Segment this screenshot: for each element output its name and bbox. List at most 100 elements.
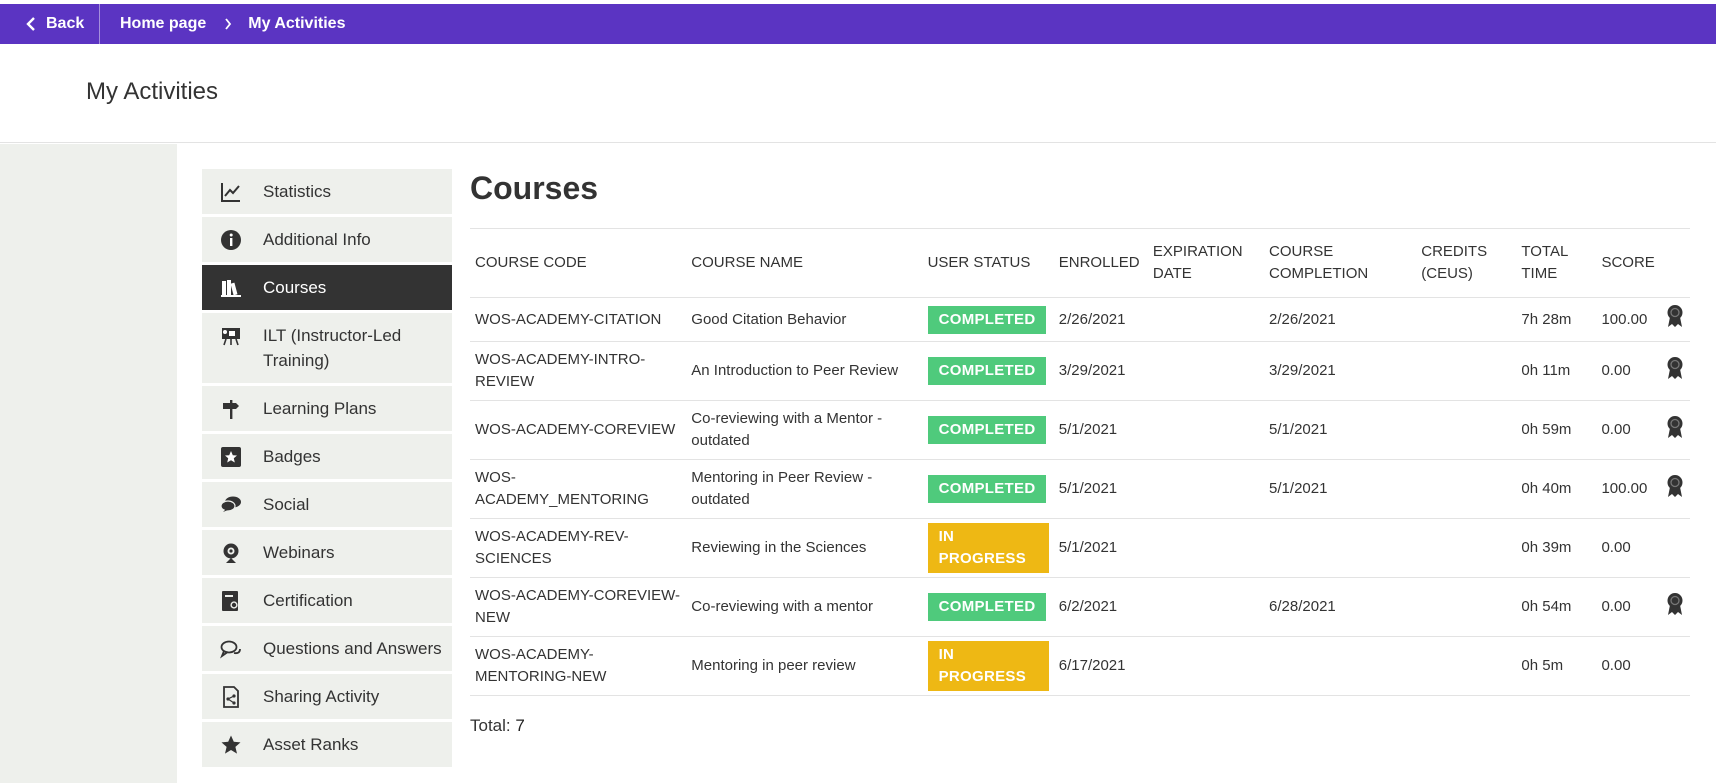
course-code-cell: WOS-ACADEMY-REV-SCIENCES xyxy=(475,528,629,567)
enrolled-cell: 5/1/2021 xyxy=(1058,480,1118,497)
status-badge: COMPLETED xyxy=(927,593,1047,621)
expiration-date-cell xyxy=(1148,401,1264,460)
col-course-name: Course Name xyxy=(691,254,803,271)
courses-panel: Courses Course Code Course Name User Sta… xyxy=(470,169,1690,736)
course-name-cell: Mentoring in peer review xyxy=(691,657,856,674)
course-name-cell: Mentoring in Peer Review - outdated xyxy=(691,469,873,508)
expiration-date-cell xyxy=(1148,519,1264,578)
score-cell: 100.00 xyxy=(1601,480,1648,497)
certificate-icon xyxy=(218,588,244,613)
sidebar-item-label: Learning Plans xyxy=(263,399,377,418)
credits-cell xyxy=(1416,637,1516,696)
sidebar-item-sharing-activity[interactable]: Sharing Activity xyxy=(202,674,452,719)
certificate-ribbon-icon[interactable] xyxy=(1666,356,1684,387)
score-cell: 0.00 xyxy=(1601,539,1631,556)
course-completion-cell: 2/26/2021 xyxy=(1269,310,1336,328)
status-badge: COMPLETED xyxy=(927,357,1047,385)
table-row[interactable]: WOS-ACADEMY-COREVIEW Co-reviewing with a … xyxy=(470,400,1690,460)
sidebar-item-label: Webinars xyxy=(263,543,335,562)
certificate-cell xyxy=(1660,342,1690,401)
star-icon xyxy=(218,732,244,757)
back-button[interactable]: Back xyxy=(0,4,100,44)
course-name-cell: Good Citation Behavior xyxy=(691,310,847,328)
credits-cell xyxy=(1416,460,1516,519)
sidebar-item-social[interactable]: Social xyxy=(202,482,452,527)
course-completion-cell: 5/1/2021 xyxy=(1269,421,1328,438)
certificate-cell xyxy=(1660,519,1690,578)
sidebar-item-label: Social xyxy=(263,495,310,514)
sidebar-item-label: Certification xyxy=(263,591,353,610)
total-time-cell: 0h 54m xyxy=(1521,598,1572,615)
table-row[interactable]: WOS-ACADEMY-MENTORING-NEW Mentoring in pe… xyxy=(470,636,1690,696)
total-value: 7 xyxy=(515,716,525,735)
enrolled-cell: 5/1/2021 xyxy=(1058,539,1118,556)
user-status-cell: IN PROGRESS xyxy=(923,637,1054,696)
sidebar-item-ilt-instructor-led-training[interactable]: ILT (Instructor-Led Training) xyxy=(202,313,452,383)
sidebar-item-additional-info[interactable]: Additional Info xyxy=(202,217,452,262)
chevron-left-icon xyxy=(26,17,35,31)
col-certificate xyxy=(1660,229,1690,298)
certificate-ribbon-icon[interactable] xyxy=(1666,592,1684,623)
sidebar-item-label: Asset Ranks xyxy=(263,735,359,754)
status-badge: COMPLETED xyxy=(927,475,1047,503)
score-cell: 0.00 xyxy=(1601,657,1631,674)
col-enrolled: Enrolled xyxy=(1058,254,1140,271)
sidebar-item-questions-and-answers[interactable]: Questions and Answers xyxy=(202,626,452,671)
credits-cell xyxy=(1416,519,1516,578)
course-code-cell: WOS-ACADEMY-CITATION xyxy=(475,310,662,328)
col-total-time: Total Time xyxy=(1521,243,1568,282)
table-header-row: Course Code Course Name User Status Enro… xyxy=(470,229,1690,298)
score-cell: 100.00 xyxy=(1601,310,1648,328)
sidebar-item-label: Sharing Activity xyxy=(263,687,380,706)
table-row[interactable]: WOS-ACADEMY-CITATION Good Citation Behavi… xyxy=(470,297,1690,342)
certificate-ribbon-icon[interactable] xyxy=(1666,474,1684,505)
certificate-ribbon-icon[interactable] xyxy=(1666,304,1684,335)
total-time-cell: 0h 40m xyxy=(1521,480,1572,497)
certificate-cell xyxy=(1660,298,1690,342)
credits-cell xyxy=(1416,401,1516,460)
sidebar-item-courses[interactable]: Courses xyxy=(202,265,452,310)
certificate-ribbon-icon[interactable] xyxy=(1666,415,1684,446)
sidebar-item-learning-plans[interactable]: Learning Plans xyxy=(202,386,452,431)
page-title: My Activities xyxy=(86,78,219,105)
certificate-cell xyxy=(1660,401,1690,460)
speech-bubbles-icon xyxy=(218,636,244,661)
table-row[interactable]: WOS-ACADEMY-INTRO-REVIEW An Introduction … xyxy=(470,341,1690,401)
table-row[interactable]: WOS-ACADEMY_MENTORING Mentoring in Peer R… xyxy=(470,459,1690,519)
breadcrumb-home-link[interactable]: Home page xyxy=(120,15,206,33)
total-time-cell: 0h 5m xyxy=(1521,657,1564,674)
col-credits: Credits (CEUs) xyxy=(1421,243,1488,282)
credits-cell xyxy=(1416,578,1516,637)
total-label: Total: xyxy=(470,716,511,735)
status-badge: IN PROGRESS xyxy=(927,641,1049,691)
col-course-code: Course Code xyxy=(475,254,587,271)
sidebar-item-asset-ranks[interactable]: Asset Ranks xyxy=(202,722,452,767)
chart-line-icon xyxy=(218,179,244,204)
status-badge: IN PROGRESS xyxy=(927,523,1049,573)
certificate-cell xyxy=(1660,578,1690,637)
table-row[interactable]: WOS-ACADEMY-REV-SCIENCES Reviewing in the… xyxy=(470,518,1690,578)
total-time-cell: 0h 59m xyxy=(1521,421,1572,438)
sidebar-item-statistics[interactable]: Statistics xyxy=(202,169,452,214)
course-name-cell: Reviewing in the Sciences xyxy=(691,539,867,556)
presentation-icon xyxy=(218,323,244,348)
books-icon xyxy=(218,275,244,300)
sidebar-item-certification[interactable]: Certification xyxy=(202,578,452,623)
expiration-date-cell xyxy=(1148,298,1264,342)
enrolled-cell: 3/29/2021 xyxy=(1058,362,1126,379)
sidebar-item-label: Badges xyxy=(263,447,321,466)
col-score: Score xyxy=(1601,254,1655,271)
info-icon xyxy=(218,227,244,252)
course-code-cell: WOS-ACADEMY-INTRO-REVIEW xyxy=(475,351,646,390)
sidebar-item-webinars[interactable]: Webinars xyxy=(202,530,452,575)
table-row[interactable]: WOS-ACADEMY-COREVIEW-NEW Co-reviewing wit… xyxy=(470,577,1690,637)
course-code-cell: WOS-ACADEMY-MENTORING-NEW xyxy=(475,646,607,685)
total-time-cell: 0h 39m xyxy=(1521,539,1572,556)
score-cell: 0.00 xyxy=(1601,598,1631,615)
course-code-cell: WOS-ACADEMY-COREVIEW-NEW xyxy=(475,587,681,626)
page-header: My Activities xyxy=(0,44,1716,143)
chevron-right-icon xyxy=(224,18,232,30)
user-status-cell: COMPLETED xyxy=(923,578,1054,637)
certificate-cell xyxy=(1660,460,1690,519)
sidebar-item-badges[interactable]: Badges xyxy=(202,434,452,479)
